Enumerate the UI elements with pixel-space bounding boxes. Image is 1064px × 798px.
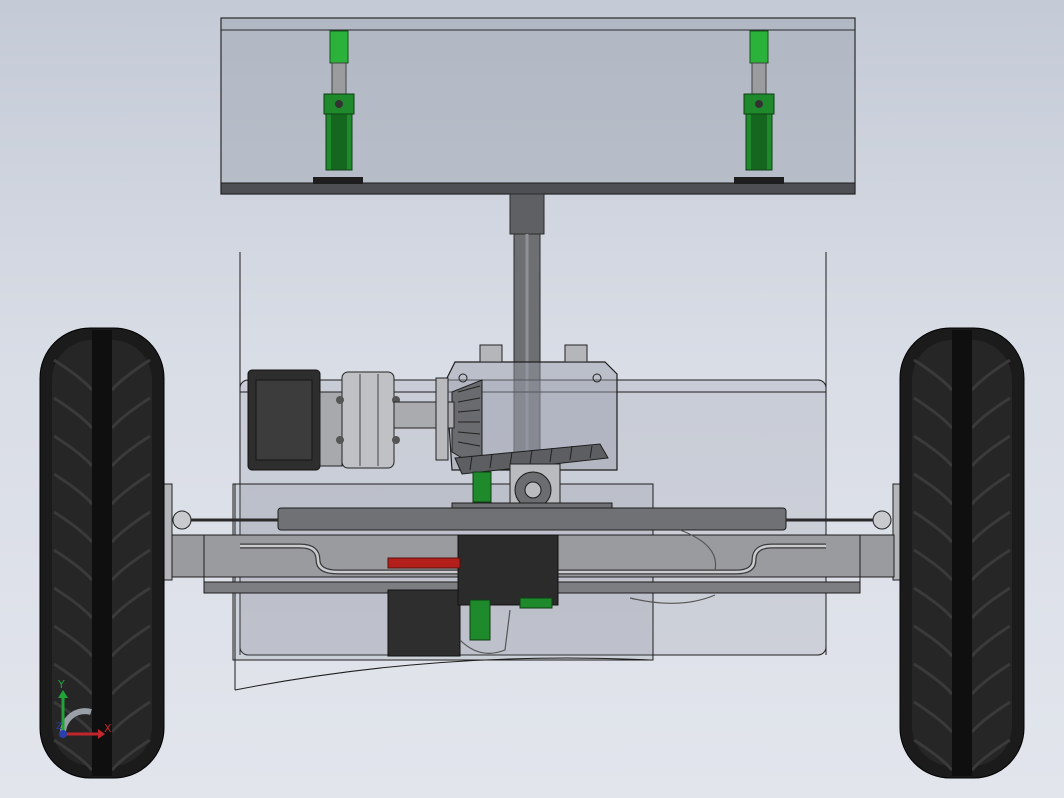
red-connector[interactable] — [387, 557, 461, 569]
triad-z-label: Z — [56, 722, 63, 732]
wheel-left[interactable] — [39, 327, 165, 779]
wheel-right[interactable] — [899, 327, 1025, 779]
triad-y-label: Y — [58, 678, 65, 691]
tie-rod[interactable] — [172, 507, 892, 531]
battery-box[interactable] — [387, 589, 461, 657]
vehicle-assembly-model[interactable] — [0, 0, 1064, 798]
shaft-coupling[interactable] — [336, 371, 400, 469]
cad-viewport[interactable]: Y X Z — [0, 0, 1064, 798]
triad-x-label: X — [104, 722, 112, 735]
